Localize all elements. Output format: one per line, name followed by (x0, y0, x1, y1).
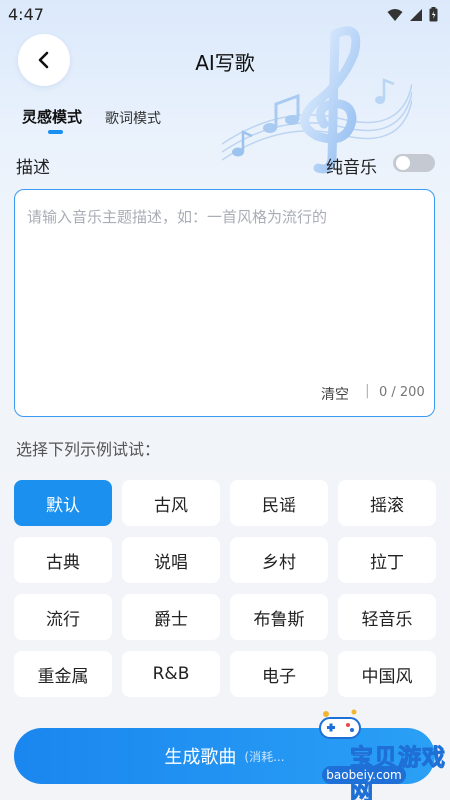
example-chip-chinese-style[interactable]: 中国风 (338, 651, 436, 697)
pure-music-label: 纯音乐 (326, 158, 377, 178)
example-chip-rap[interactable]: 说唱 (122, 537, 220, 583)
example-chip-default[interactable]: 默认 (14, 480, 112, 526)
example-chip-country[interactable]: 乡村 (230, 537, 328, 583)
example-chip-light-music[interactable]: 轻音乐 (338, 594, 436, 640)
example-chip-folk[interactable]: 民谣 (230, 480, 328, 526)
status-time: 4:47 (8, 5, 44, 24)
status-icons (387, 7, 438, 22)
example-chip-rock[interactable]: 摇滚 (338, 480, 436, 526)
toggle-knob (396, 156, 410, 170)
example-chip-blues[interactable]: 布鲁斯 (230, 594, 328, 640)
examples-label: 选择下列示例试试： (16, 440, 161, 459)
watermark-url: baobeiy.com (322, 766, 406, 784)
battery-icon (429, 7, 438, 22)
example-chip-rnb[interactable]: R&B (122, 651, 220, 697)
pure-music-toggle[interactable] (393, 154, 435, 172)
character-counter: 0 / 200 (379, 385, 425, 400)
example-chip-heavy-metal[interactable]: 重金属 (14, 651, 112, 697)
example-chip-classical[interactable]: 古典 (14, 537, 112, 583)
counter-separator: | (365, 383, 370, 399)
tab-inspiration-mode[interactable]: 灵感模式 (22, 106, 82, 127)
example-chip-latin[interactable]: 拉丁 (338, 537, 436, 583)
example-chip-electronic[interactable]: 电子 (230, 651, 328, 697)
tab-lyrics-mode[interactable]: 歌词模式 (105, 108, 161, 128)
description-textarea[interactable]: 请输入音乐主题描述，如：一首风格为流行的 清空 | 0 / 200 (14, 189, 435, 417)
wifi-icon (387, 8, 403, 21)
example-chip-jazz[interactable]: 爵士 (122, 594, 220, 640)
generate-button-label: 生成歌曲 (164, 747, 237, 768)
watermark-logo: 宝贝游戏网 baobeiy.com (298, 704, 448, 800)
active-tab-indicator (48, 130, 63, 134)
clear-button[interactable]: 清空 (321, 384, 349, 404)
example-chip-pop[interactable]: 流行 (14, 594, 112, 640)
description-label: 描述 (16, 158, 50, 178)
music-notes-decoration (222, 26, 412, 174)
generate-button-sublabel: (消耗... (244, 749, 285, 764)
example-chip-ancient-style[interactable]: 古风 (122, 480, 220, 526)
description-placeholder: 请输入音乐主题描述，如：一首风格为流行的 (27, 208, 328, 226)
cell-signal-icon (410, 8, 422, 21)
